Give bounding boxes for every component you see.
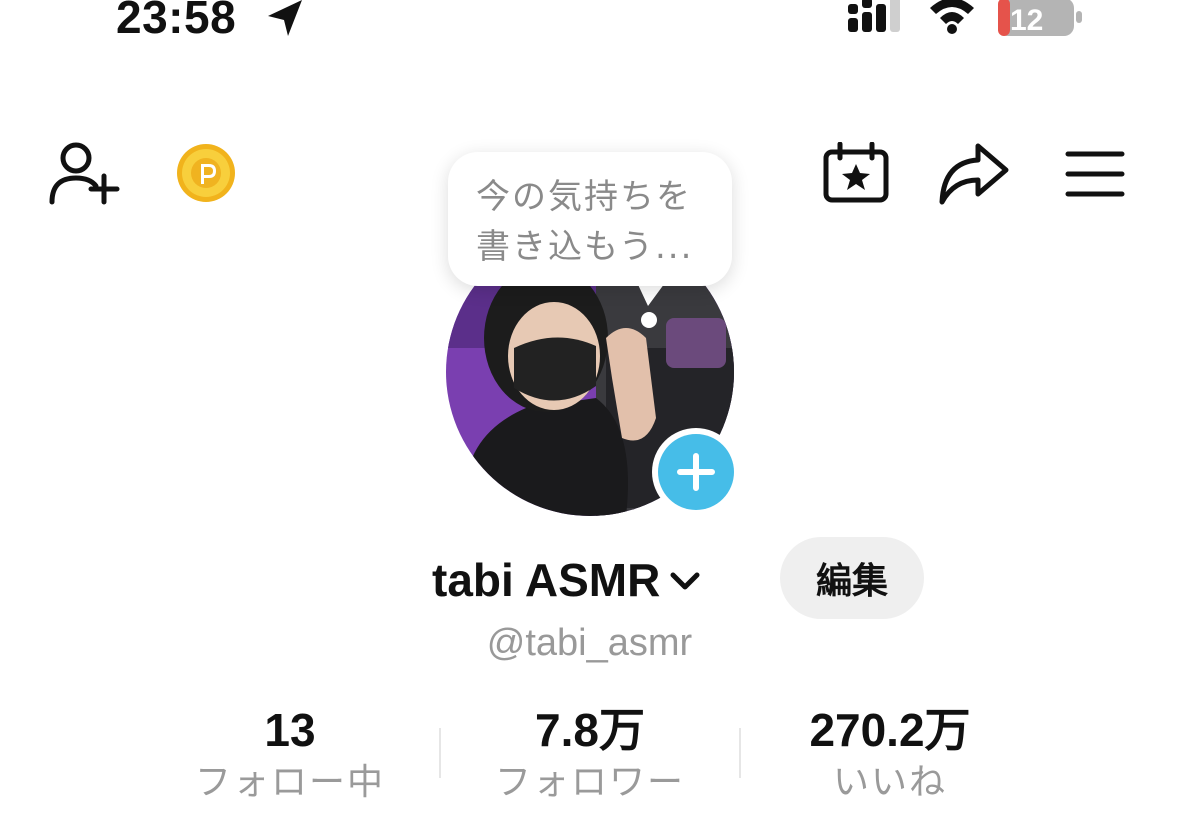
plus-icon (677, 453, 715, 491)
stat-followers[interactable]: 7.8万 フォロワー (440, 700, 740, 806)
following-count: 13 (264, 704, 316, 756)
status-time: 23:58 (116, 0, 237, 43)
battery-indicator: 12 (998, 0, 1084, 38)
edit-profile-button[interactable]: 編集 (780, 537, 924, 619)
stat-likes[interactable]: 270.2万 いいね (740, 700, 1040, 806)
followers-label: フォロワー (494, 762, 685, 803)
following-label: フォロー中 (194, 762, 385, 803)
bubble-dot (641, 312, 657, 328)
chevron-down-icon (670, 572, 700, 590)
status-note-placeholder: 今の気持ちを 書き込もう... (476, 172, 716, 272)
share-icon[interactable] (938, 140, 1010, 206)
menu-icon[interactable] (1064, 148, 1126, 200)
calendar-star-icon[interactable] (822, 142, 890, 204)
likes-label: いいね (832, 762, 947, 803)
status-note-bubble[interactable]: 今の気持ちを 書き込もう... (448, 152, 732, 286)
username: @tabi_asmr (486, 622, 693, 664)
stat-following[interactable]: 13 フォロー中 (140, 700, 440, 806)
battery-level: 12 (1010, 4, 1044, 37)
cellular-signal-icon (848, 0, 900, 32)
followers-count: 7.8万 (535, 704, 645, 756)
status-note-line1: 今の気持ちを (476, 177, 692, 217)
add-photo-circle[interactable] (658, 434, 734, 510)
coin-icon[interactable] (176, 142, 236, 204)
location-arrow-icon (268, 0, 302, 36)
wifi-icon (930, 0, 974, 34)
add-photo-button[interactable] (652, 428, 740, 516)
likes-count: 270.2万 (809, 704, 971, 756)
account-switcher[interactable]: tabi ASMR (432, 550, 702, 610)
display-name: tabi ASMR (432, 554, 661, 606)
add-friend-icon[interactable] (48, 140, 120, 206)
status-note-line2: 書き込もう... (476, 227, 694, 267)
